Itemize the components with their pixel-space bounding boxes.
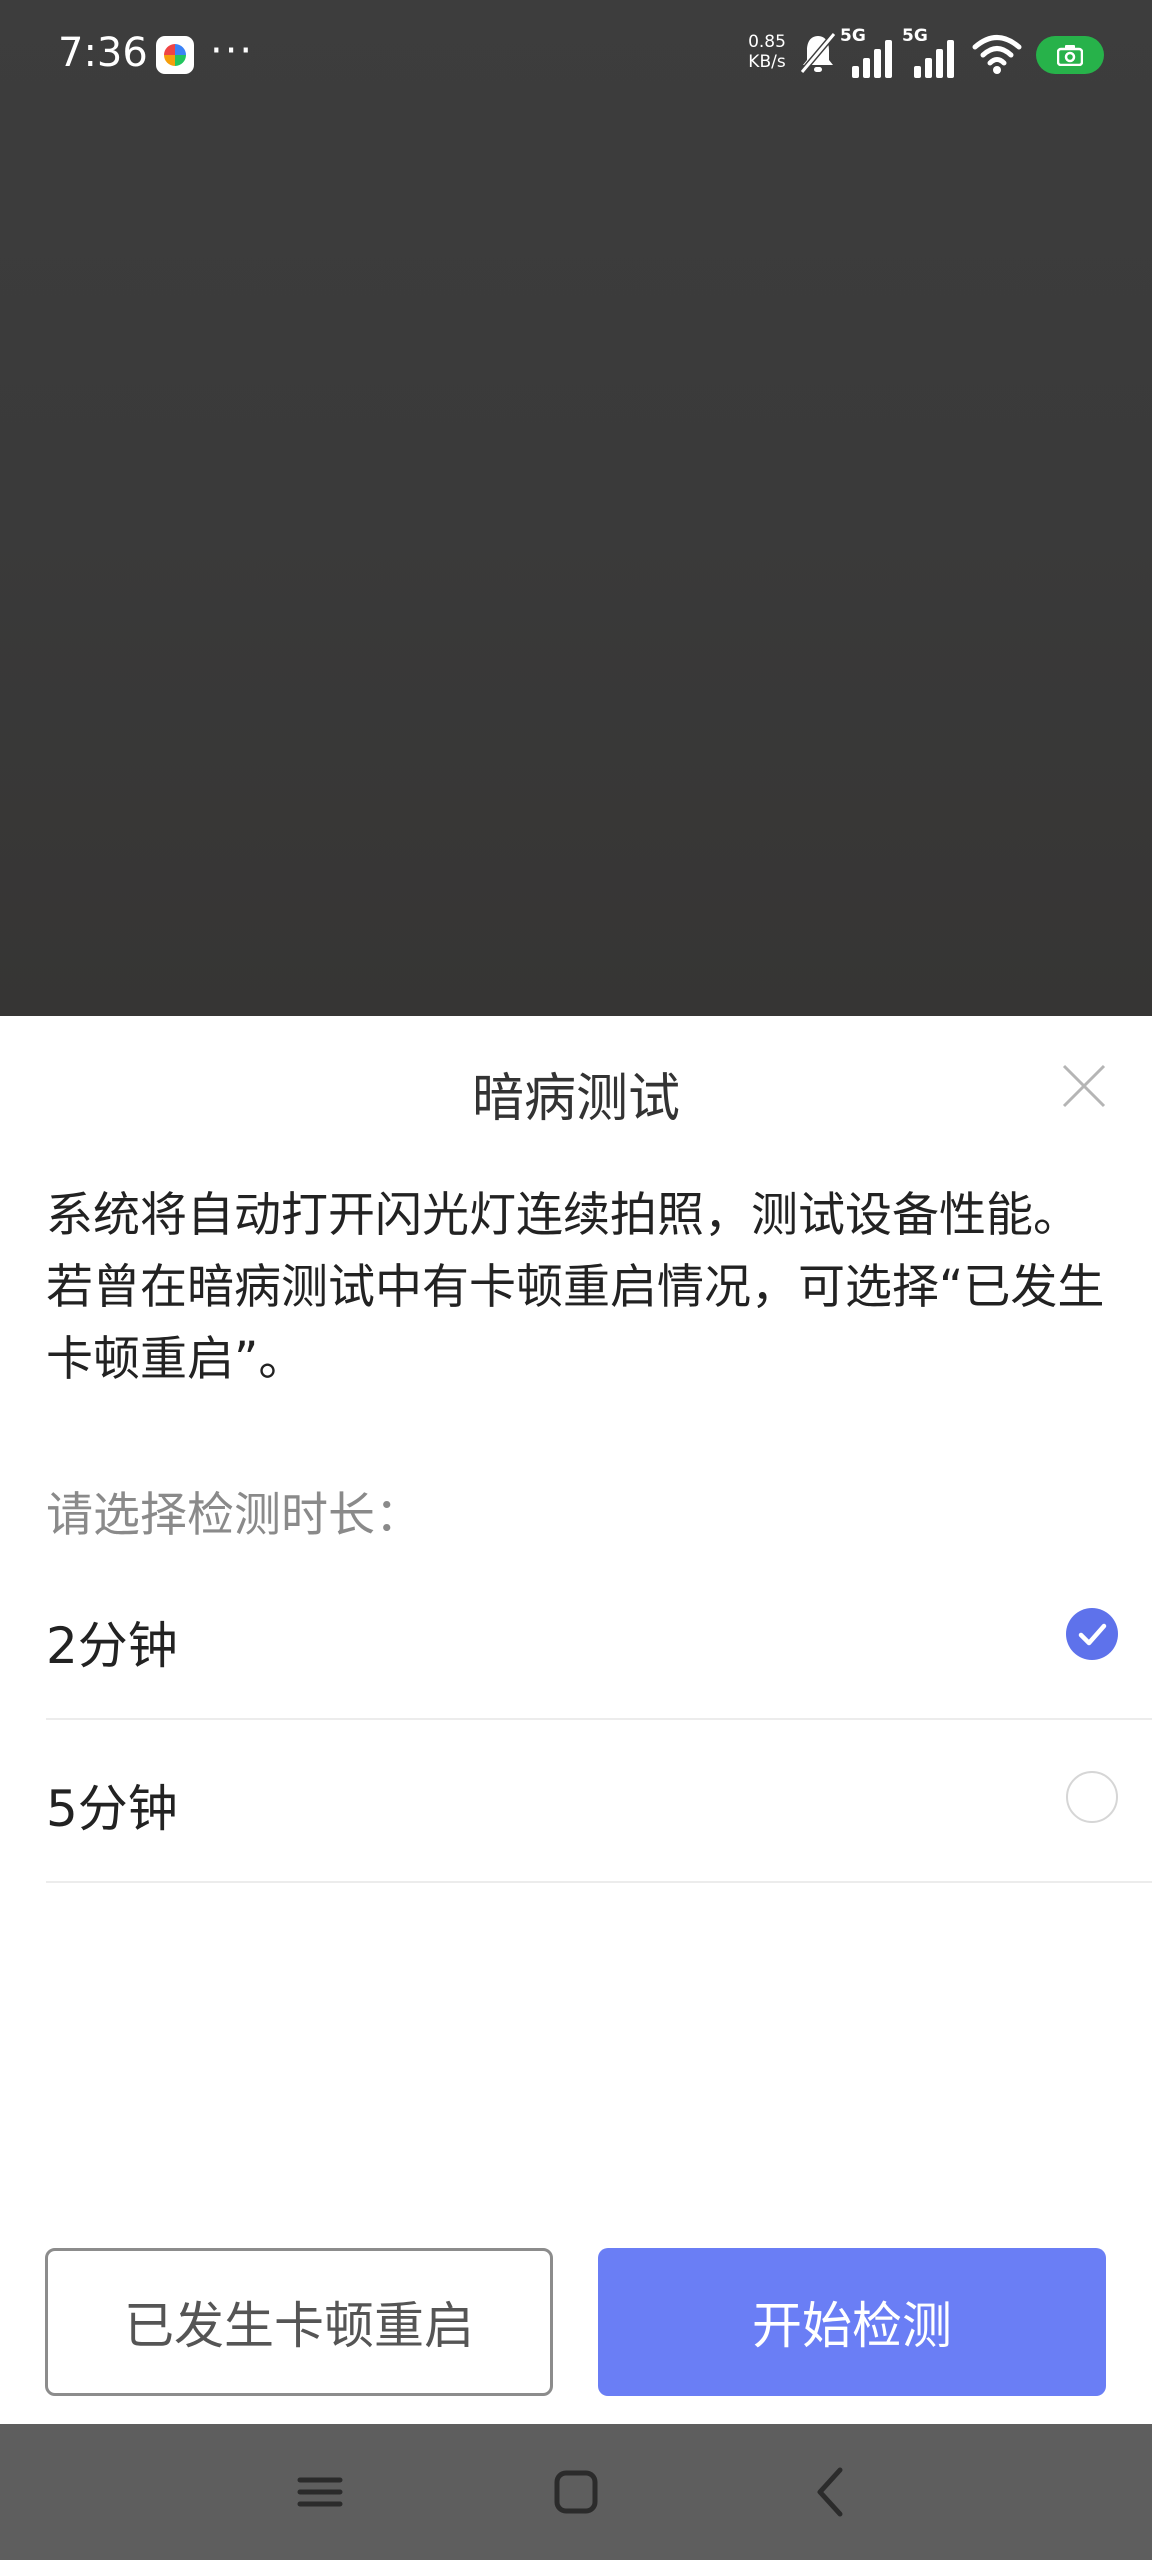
option-label: 2分钟 [46, 1617, 178, 1675]
navigation-bar [0, 2424, 1152, 2560]
signal-icon: 5G [840, 26, 896, 78]
menu-icon[interactable] [296, 2460, 344, 2524]
duration-prompt: 请选择检测时长： [46, 1488, 422, 1543]
wifi-icon [972, 35, 1022, 74]
network-speed: 0.85 KB/s [744, 32, 790, 72]
option-2-minutes[interactable]: 2分钟 [46, 1556, 1152, 1720]
home-icon[interactable] [552, 2460, 600, 2524]
bell-muted-icon [799, 32, 837, 74]
start-test-button[interactable]: 开始检测 [598, 2248, 1106, 2396]
camera-preview [0, 0, 1152, 1016]
battery-icon [1036, 36, 1104, 74]
check-icon [1078, 1623, 1107, 1646]
bottom-sheet-dialog: 暗病测试 系统将自动打开闪光灯连续拍照，测试设备性能。若曾在暗病测试中有卡顿重启… [0, 1016, 1152, 2424]
radio-checked[interactable] [1066, 1608, 1118, 1660]
app-icon [156, 36, 194, 74]
network-speed-value: 0.85 [748, 32, 786, 52]
network-speed-unit: KB/s [748, 52, 786, 72]
option-5-minutes[interactable]: 5分钟 [46, 1719, 1152, 1883]
signal-icon-2: 5G [902, 26, 958, 78]
close-icon[interactable] [1058, 1060, 1110, 1112]
dialog-description: 系统将自动打开闪光灯连续拍照，测试设备性能。若曾在暗病测试中有卡顿重启情况，可选… [46, 1188, 1105, 1387]
more-notifications-icon: ··· [210, 28, 255, 74]
already-lagged-restart-button[interactable]: 已发生卡顿重启 [45, 2248, 553, 2396]
status-bar: 7:36 ··· 0.85 KB/s 5G 5G [0, 0, 1152, 110]
status-time: 7:36 [58, 30, 148, 76]
radio-unchecked[interactable] [1066, 1771, 1118, 1823]
back-icon[interactable] [808, 2460, 856, 2524]
dialog-title: 暗病测试 [471, 1069, 680, 1129]
option-label: 5分钟 [46, 1780, 178, 1838]
